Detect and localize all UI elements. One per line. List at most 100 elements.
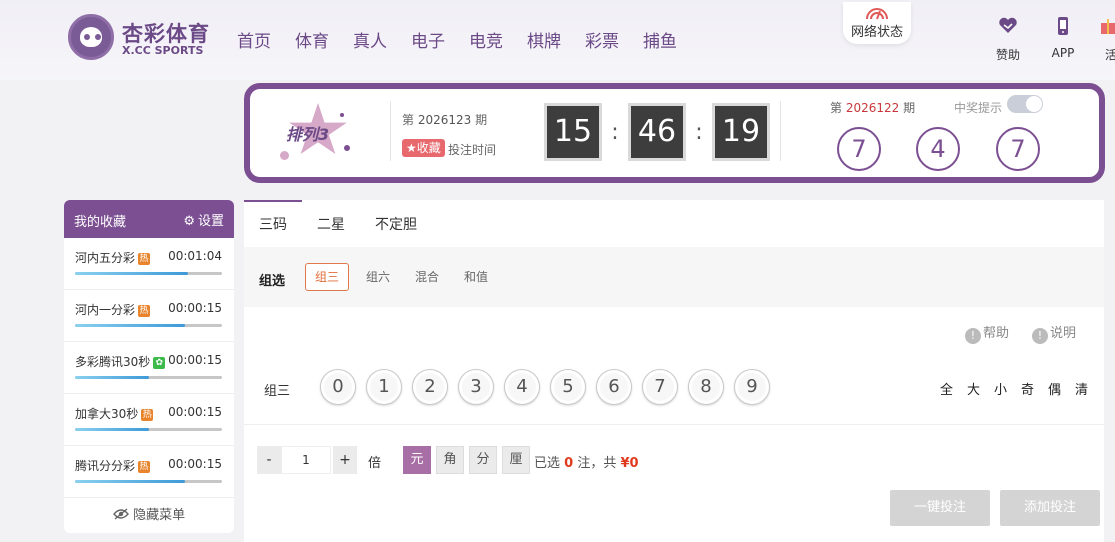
unit-fen-button[interactable]: 分 — [469, 446, 497, 474]
hot-badge-icon: 热 — [138, 305, 151, 317]
unit-yuan-button[interactable]: 元 — [403, 446, 431, 474]
app-link[interactable]: APP — [1043, 16, 1083, 60]
nav-lottery[interactable]: 彩票 — [585, 27, 619, 52]
favorite-item[interactable]: 河内五分彩热 00:01:04 — [64, 238, 234, 290]
events-link[interactable]: 活 — [1094, 16, 1115, 63]
number-ball[interactable]: 6 — [596, 369, 632, 405]
number-ball[interactable]: 7 — [642, 369, 678, 405]
nav-live[interactable]: 真人 — [353, 27, 387, 52]
number-ball[interactable]: 9 — [734, 369, 770, 405]
subtab-mixed[interactable]: 混合 — [405, 263, 449, 291]
sidebar-header: 我的收藏 ⚙ 设置 — [64, 200, 234, 238]
star-icon: ★ — [406, 141, 417, 155]
gear-icon: ⚙ — [183, 214, 195, 229]
progress-fill — [75, 272, 189, 275]
info-icon: ! — [965, 328, 981, 344]
panda-logo-icon — [68, 14, 114, 60]
multiplier-minus-button[interactable]: - — [257, 446, 281, 474]
progress-fill — [75, 324, 186, 327]
subtabs-label: 组选 — [259, 274, 286, 289]
nav-sports[interactable]: 体育 — [295, 27, 329, 52]
number-ball[interactable]: 2 — [412, 369, 448, 405]
favorite-item-countdown: 00:00:15 — [168, 405, 222, 419]
favorite-item-countdown: 00:00:15 — [168, 301, 222, 315]
quick-pick-button[interactable]: 偶 — [1048, 379, 1061, 398]
period-number: 2026123 — [417, 113, 472, 127]
countdown-hours: 15 — [544, 103, 602, 161]
sponsor-label: 赞助 — [995, 48, 1020, 62]
number-ball[interactable]: 5 — [550, 369, 586, 405]
number-ball[interactable]: 0 — [320, 369, 356, 405]
number-row-label: 组三 — [264, 384, 291, 399]
logo-subtitle: X.CC SPORTS — [122, 44, 204, 57]
nav-esports[interactable]: 电竞 — [469, 27, 503, 52]
clock-colon: : — [695, 119, 703, 145]
tab-three-digit[interactable]: 三码 — [259, 214, 287, 234]
progress-fill — [75, 480, 186, 483]
number-ball[interactable]: 1 — [366, 369, 402, 405]
sidebar-title: 我的收藏 — [74, 215, 127, 230]
help-link[interactable]: ! 帮助 — [965, 322, 1009, 344]
number-ball[interactable]: 4 — [504, 369, 540, 405]
nav-chess[interactable]: 棋牌 — [527, 27, 561, 52]
unit-li-button[interactable]: 厘 — [502, 446, 530, 474]
result-ball: 7 — [837, 127, 881, 171]
nav-slots[interactable]: 电子 — [411, 27, 445, 52]
quick-pick-button[interactable]: 全 — [940, 379, 953, 398]
one-click-bet-button[interactable]: 一键投注 — [890, 490, 990, 526]
selected-mid: 注，共 — [577, 456, 617, 471]
hide-menu-button[interactable]: 隐藏菜单 — [64, 498, 234, 533]
favorite-item[interactable]: 河内一分彩热 00:00:15 — [64, 290, 234, 342]
result-ball: 7 — [996, 127, 1040, 171]
number-ball[interactable]: 3 — [458, 369, 494, 405]
nav-home[interactable]: 首页 — [237, 27, 271, 52]
favorite-item-countdown: 00:01:04 — [168, 249, 222, 263]
network-status[interactable]: 网络状态 — [843, 2, 911, 44]
favorite-item-label: 河内五分彩 — [75, 251, 136, 265]
favorite-item-progress — [75, 480, 222, 483]
result-ball: 4 — [916, 127, 960, 171]
gift-icon — [1101, 19, 1115, 34]
quick-pick-button[interactable]: 大 — [967, 379, 980, 398]
sidebar-settings-button[interactable]: ⚙ 设置 — [183, 210, 224, 229]
favorite-item-countdown: 00:00:15 — [168, 353, 222, 367]
favorite-item[interactable]: 多彩腾讯30秒 ✿ 00:00:15 — [64, 342, 234, 394]
favorite-item[interactable]: 加拿大30秒热 00:00:15 — [64, 394, 234, 446]
progress-fill — [75, 376, 149, 379]
multiplier-plus-button[interactable]: + — [333, 446, 357, 474]
hot-badge-icon: 热 — [138, 253, 151, 265]
add-bet-button[interactable]: 添加投注 — [1000, 490, 1100, 526]
favorite-button[interactable]: ★收藏 — [402, 139, 445, 157]
help-label: 帮助 — [983, 326, 1010, 341]
tab-two-star[interactable]: 二星 — [317, 214, 345, 234]
nav-fishing[interactable]: 捕鱼 — [643, 27, 677, 52]
favorite-item[interactable]: 腾讯分分彩热 00:00:15 — [64, 446, 234, 498]
subtab-group-six[interactable]: 组六 — [356, 263, 400, 291]
subtab-group-three[interactable]: 组三 — [305, 263, 350, 291]
site-logo[interactable]: 杏彩体育 X.CC SPORTS — [68, 14, 218, 64]
tab-undetermined[interactable]: 不定胆 — [375, 214, 417, 234]
period-suffix: 期 — [475, 113, 488, 127]
subtab-sum[interactable]: 和值 — [454, 263, 498, 291]
favorite-item-progress — [75, 272, 222, 275]
progress-fill — [75, 428, 149, 431]
play-subtabs: 组选 组三 组六 混合 和值 — [244, 247, 1104, 307]
quick-pick-button[interactable]: 奇 — [1021, 379, 1034, 398]
quick-pick-button[interactable]: 小 — [994, 379, 1007, 398]
multiplier-input[interactable]: 1 — [281, 446, 331, 474]
explain-link[interactable]: ! 说明 — [1032, 322, 1076, 344]
favorite-item-name: 多彩腾讯30秒 ✿ — [75, 353, 166, 370]
info-icon: ! — [1032, 328, 1048, 344]
unit-jiao-button[interactable]: 角 — [436, 446, 464, 474]
number-ball[interactable]: 8 — [688, 369, 724, 405]
favorite-item-name: 河内一分彩热 — [75, 301, 151, 318]
countdown-seconds: 19 — [712, 103, 770, 161]
favorite-item-label: 腾讯分分彩 — [75, 459, 136, 473]
lottery-banner: 排列3 第 2026123 期 ★收藏 投注时间 15 : 46 : 19 第 … — [244, 83, 1105, 183]
network-status-label: 网络状态 — [850, 25, 903, 40]
current-period: 第 2026123 期 — [402, 111, 487, 128]
sponsor-link[interactable]: 赞助 — [988, 16, 1028, 63]
period-prefix: 第 — [402, 113, 415, 127]
quick-pick-button[interactable]: 清 — [1075, 379, 1088, 398]
win-tip-toggle[interactable] — [1007, 95, 1043, 113]
